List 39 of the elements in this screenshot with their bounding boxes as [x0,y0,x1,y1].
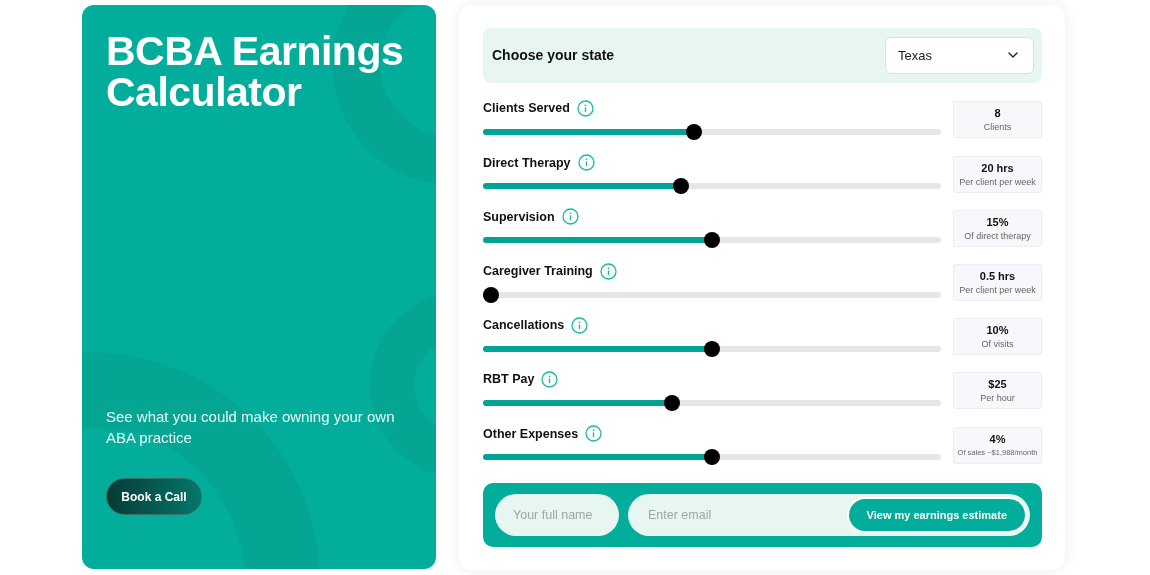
unit-text: Of visits [981,339,1014,350]
name-field[interactable]: Your full name [495,494,619,537]
slider-thumb[interactable] [704,449,720,466]
page-title: BCBA Earnings Calculator [106,31,405,113]
book-call-button[interactable]: Book a Call [106,478,202,515]
slider-track[interactable] [483,454,941,461]
value-text: 4% [989,433,1006,446]
value-text: 0.5 hrs [979,270,1016,282]
unit-text: Per client per week [959,285,1036,295]
slider-thumb[interactable] [686,123,703,140]
subtitle: See what you could make owning your own ABA practice [106,407,396,448]
slider-track[interactable] [483,237,941,244]
slider-label: Caregiver Training [483,264,593,278]
unit-text: Clients [983,122,1012,133]
slider-label: Cancellations [483,318,565,333]
slider-track[interactable] [483,345,941,352]
value-text: 10% [986,324,1009,337]
unit-text: Per hour [980,393,1015,404]
state-select[interactable]: Texas [885,36,1034,74]
unit-text: Of direct therapy [964,230,1031,241]
value-text: 15% [986,215,1009,228]
value-text: 8 [994,107,1001,120]
slider-label: Clients Served [483,101,570,116]
slider-thumb[interactable] [483,286,499,303]
slider-label: Direct Therapy [483,155,571,170]
slider-track[interactable] [483,128,941,135]
slider-track[interactable] [483,183,941,190]
slider-thumb[interactable] [664,394,681,411]
state-label: Choose your state [492,47,615,64]
slider-label: Other Expenses [483,426,579,441]
slider-thumb[interactable] [704,232,720,249]
value-text: 20 hrs [981,161,1014,174]
unit-text: Per client per week [959,176,1036,187]
slider-thumb[interactable] [673,178,690,195]
value-text: $25 [988,378,1007,391]
slider-label: Supervision [483,209,555,224]
slider-label: RBT Pay [483,372,535,387]
slider-thumb[interactable] [704,340,720,357]
slider-track[interactable] [483,399,941,406]
